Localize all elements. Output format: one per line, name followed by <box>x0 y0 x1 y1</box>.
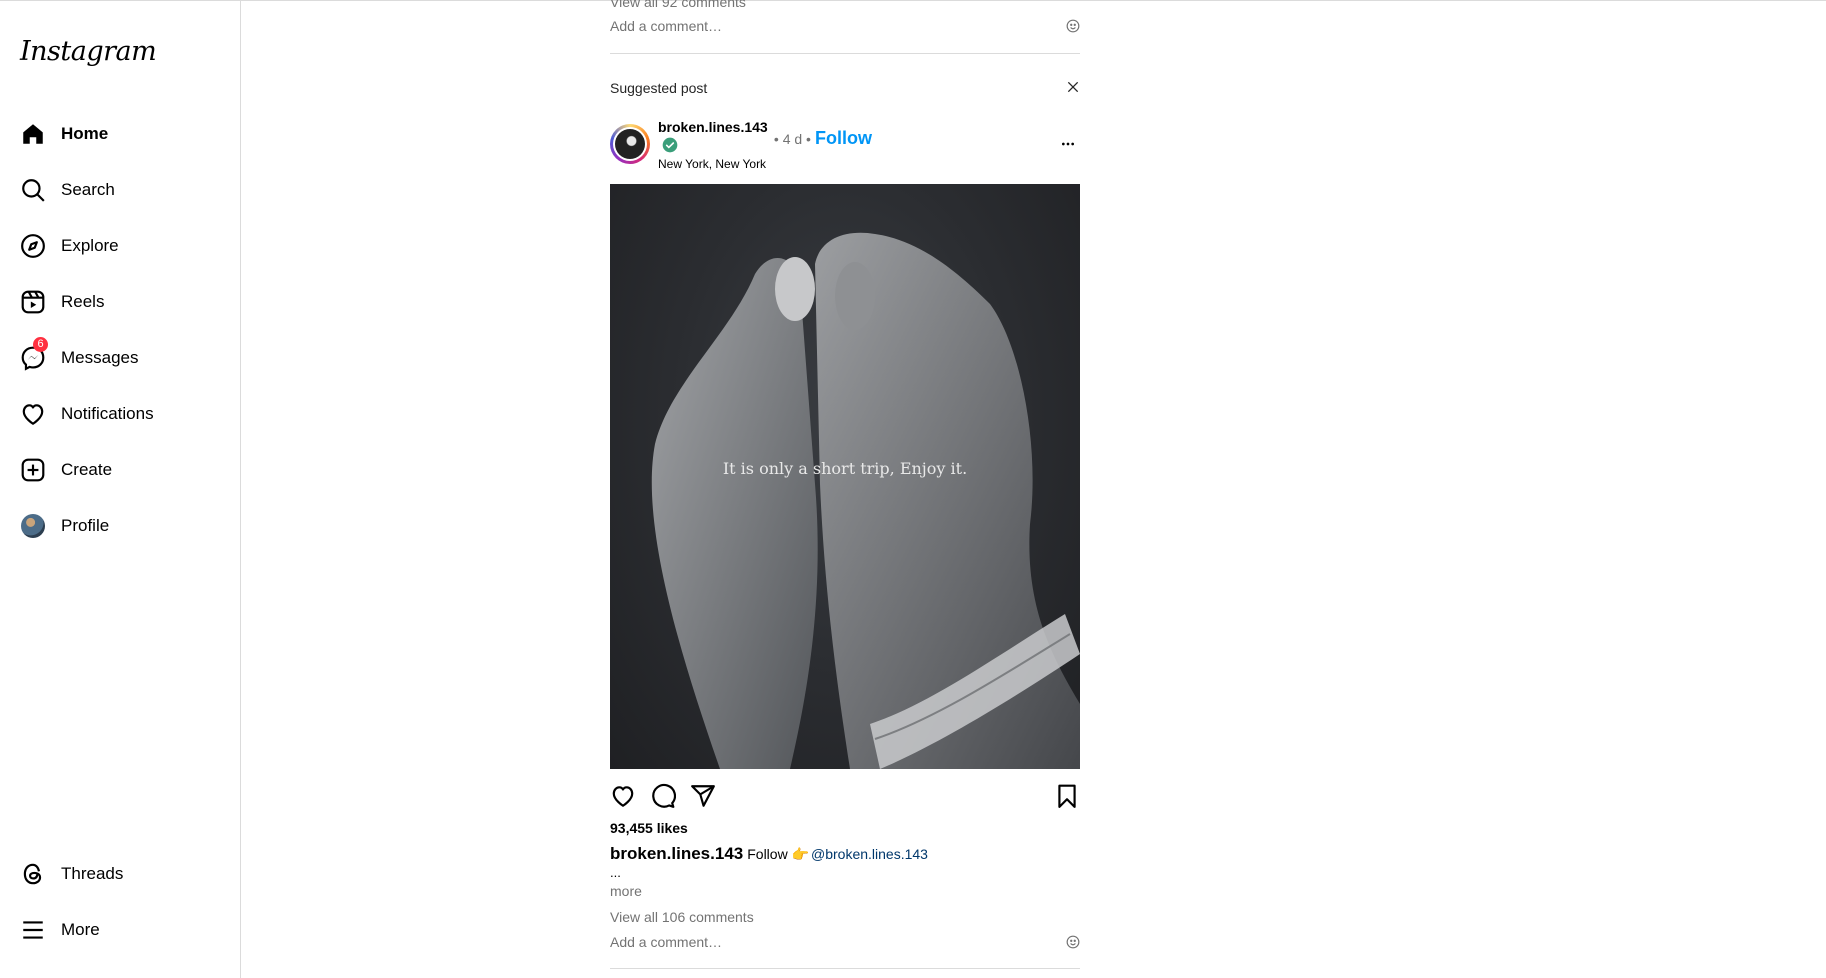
messenger-icon: 6 <box>20 337 48 371</box>
plus-square-icon <box>20 457 46 483</box>
threads-icon <box>20 861 46 887</box>
post-author-avatar[interactable] <box>610 124 650 164</box>
home-icon <box>20 121 46 147</box>
post-meta: • 4 d • Follow <box>770 128 872 149</box>
post-caption: broken.lines.143 Follow 👉 @broken.lines.… <box>610 844 928 864</box>
sidebar-item-search[interactable]: Search <box>20 170 230 210</box>
like-icon[interactable] <box>610 783 636 809</box>
post-location[interactable]: New York, New York <box>658 157 766 171</box>
post-divider <box>610 53 1080 54</box>
emoji-icon[interactable] <box>1066 935 1080 949</box>
sidebar-item-messages[interactable]: 6 Messages <box>20 337 230 378</box>
sidebar-item-label: Home <box>61 124 109 143</box>
emoji-icon[interactable] <box>1066 19 1080 33</box>
post-username[interactable]: broken.lines.143 <box>658 119 768 135</box>
comment-icon[interactable] <box>650 783 676 809</box>
sidebar-item-label: Messages <box>61 348 139 367</box>
caption-mention-link[interactable]: @broken.lines.143 <box>811 846 928 862</box>
sidebar-item-notifications[interactable]: Notifications <box>20 394 230 434</box>
view-comments-link[interactable]: View all 106 comments <box>610 909 754 925</box>
sidebar-item-home[interactable]: Home <box>20 114 230 154</box>
top-border <box>0 0 1826 1</box>
caption-ellipsis: ... <box>610 865 621 880</box>
reels-icon <box>20 289 46 315</box>
sidebar: Instagram Home Search Explore Reels 6 Me… <box>0 0 241 978</box>
sidebar-item-label: Reels <box>61 292 105 311</box>
post-time[interactable]: 4 d <box>783 131 802 147</box>
bookmark-icon[interactable] <box>1054 783 1080 809</box>
view-comments-link[interactable]: View all 92 comments <box>610 0 746 10</box>
avatar <box>20 513 46 539</box>
more-options-icon[interactable] <box>1058 136 1078 152</box>
sidebar-item-label: Create <box>61 460 113 479</box>
sidebar-item-reels[interactable]: Reels <box>20 282 230 322</box>
post-divider <box>610 968 1080 969</box>
add-comment-row <box>610 16 1080 36</box>
add-comment-row <box>610 932 1080 952</box>
share-icon[interactable] <box>690 783 716 809</box>
follow-button[interactable]: Follow <box>815 128 872 149</box>
sidebar-item-explore[interactable]: Explore <box>20 226 230 266</box>
sidebar-item-label: Explore <box>61 236 119 255</box>
verified-badge-icon <box>662 137 678 153</box>
unread-badge: 6 <box>33 337 48 352</box>
post-image[interactable]: It is only a short trip, Enjoy it. <box>610 184 1080 769</box>
instagram-logo[interactable]: Instagram <box>20 36 157 67</box>
caption-more-link[interactable]: more <box>610 883 642 899</box>
sidebar-item-label: Threads <box>61 864 124 883</box>
compass-icon <box>20 233 46 259</box>
sidebar-item-more[interactable]: More <box>20 910 230 950</box>
sidebar-item-label: Search <box>61 180 115 199</box>
caption-username[interactable]: broken.lines.143 <box>610 844 743 864</box>
post-actions <box>610 783 1080 809</box>
sidebar-item-threads[interactable]: Threads <box>20 854 230 894</box>
menu-icon <box>20 917 46 943</box>
close-icon[interactable] <box>1066 80 1080 94</box>
sidebar-item-label: More <box>61 920 100 939</box>
heart-icon <box>20 401 46 427</box>
add-comment-input[interactable] <box>610 18 1030 34</box>
caption-text: Follow 👉 <box>747 846 810 862</box>
sidebar-item-create[interactable]: Create <box>20 450 230 490</box>
post-image-text: It is only a short trip, Enjoy it. <box>722 459 968 478</box>
like-count[interactable]: 93,455 likes <box>610 820 688 836</box>
sidebar-item-label: Notifications <box>61 404 154 423</box>
suggested-post-label: Suggested post <box>610 80 708 96</box>
sidebar-item-label: Profile <box>61 516 110 535</box>
add-comment-input[interactable] <box>610 934 1030 950</box>
sidebar-item-profile[interactable]: Profile <box>20 506 230 546</box>
search-icon <box>20 177 46 203</box>
